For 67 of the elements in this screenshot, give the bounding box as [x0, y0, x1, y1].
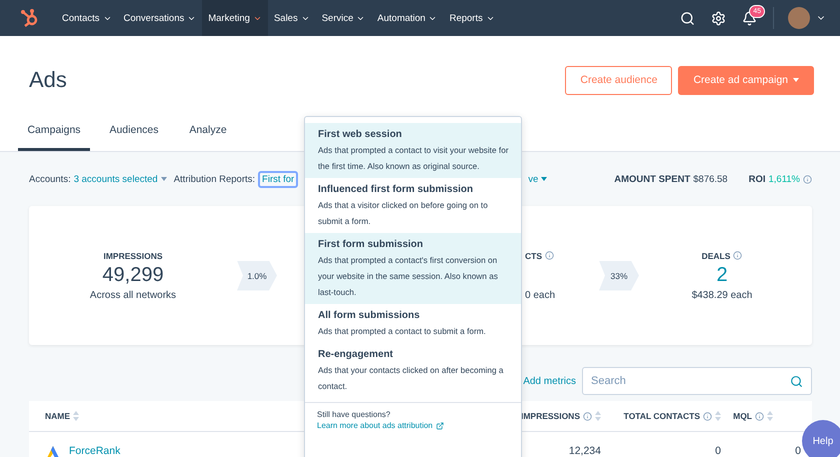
avatar[interactable] — [788, 7, 810, 29]
info-icon — [583, 412, 592, 420]
option-title: All form submissions — [318, 310, 421, 321]
metric-subtext: $438.29 each — [692, 290, 752, 300]
table-cell-text: 0 — [794, 445, 801, 457]
info-icon — [703, 412, 712, 420]
tab[interactable]: Analyze — [178, 124, 238, 151]
accounts-label: Accounts: — [29, 174, 71, 184]
info-icon — [545, 251, 554, 260]
add-metrics-link[interactable]: Add metrics — [523, 376, 576, 386]
metric-value: 49,299 — [102, 264, 164, 286]
ads-logo-icon — [45, 444, 61, 457]
option-description: Ads that a visitor clicked on before going on to submit a form. — [318, 199, 489, 228]
nav-menu-item[interactable]: Service — [316, 0, 372, 36]
metric-label: IMPRESSIONS — [103, 250, 163, 260]
page-title: Ads — [29, 67, 67, 93]
option-description: Ads that your contacts clicked on after becoming a contact. — [318, 364, 504, 393]
attribution-dropdown[interactable]: First for — [258, 170, 298, 188]
tab[interactable]: Audiences — [104, 124, 164, 151]
attribution-option[interactable]: First web session Ads that prompted a contact to visit your website for the first time. Also known as original source. — [305, 123, 521, 178]
menu-footer-text: Still have questions? Learn more about ads attribution — [305, 402, 521, 437]
option-description: Ads that prompted a contact's first conversion on your website in the same session. Also known as last-touch. — [318, 254, 499, 299]
nav-menu-item[interactable]: Automation — [371, 0, 444, 36]
help-button[interactable]: Help — [802, 420, 840, 457]
search-icon[interactable] — [680, 10, 695, 26]
nav-menu-item[interactable]: Sales — [268, 0, 316, 36]
conversion-rate: 1.0% — [237, 260, 277, 290]
campaign-name-link[interactable]: ForceRank — [69, 445, 120, 457]
option-description: Ads that prompted a contact to visit your website for the first time. Also known as original source. — [318, 144, 510, 173]
option-title: First form submission — [318, 239, 424, 250]
table-cell-text: 12,234 — [568, 445, 601, 457]
attribution-label: Attribution Reports: — [174, 174, 256, 184]
settings-icon[interactable] — [711, 10, 726, 26]
column-header[interactable]: MQL — [721, 411, 801, 421]
caret-icon — [541, 177, 548, 181]
caret-icon — [160, 177, 167, 181]
table-cell-text: 0 — [714, 445, 721, 457]
roi-label: ROI — [748, 174, 766, 184]
external-link-icon — [436, 422, 444, 430]
conversion-rate: 33% — [599, 260, 639, 290]
tab[interactable]: Campaigns — [18, 124, 90, 151]
nav-menu-item[interactable]: Conversations — [118, 0, 202, 36]
attribution-option[interactable]: All form submissions Ads that prompted a contact to submit a form. — [305, 304, 521, 343]
metric-value: 2 — [716, 264, 728, 286]
roi-value: 1,611% — [768, 174, 800, 184]
option-title: Influenced first form submission — [318, 184, 474, 195]
amount-spent-value: $876.58 — [693, 174, 728, 184]
attribution-option[interactable]: Re-engagement Ads that your contacts clicked on after becoming a contact. — [305, 343, 521, 398]
info-icon — [733, 251, 742, 260]
metric-label: DEALS — [702, 250, 742, 260]
amount-spent-label: AMOUNT SPENT — [614, 174, 690, 184]
option-title: Re-engagement — [318, 349, 394, 360]
metric-subtext: Across all networks — [90, 290, 176, 300]
attribution-option[interactable]: Influenced first form submission Ads that a visitor clicked on before going on to submit a form. — [305, 178, 521, 233]
nav-menu-item[interactable]: Contacts — [56, 0, 118, 36]
learn-more-link[interactable]: Learn more about ads attribution — [317, 420, 444, 431]
info-icon — [803, 174, 812, 184]
metric-label: CTS — [525, 250, 554, 260]
attribution-option[interactable]: First form submission Ads that prompted a contact's first conversion on your website in the same session. Also known as last-touch. — [305, 233, 521, 304]
metric-subtext: 0 each — [525, 290, 556, 300]
option-description: Ads that prompted a contact to submit a form. — [318, 325, 487, 338]
nav-menu-item[interactable]: Reports — [443, 0, 501, 36]
info-icon — [755, 412, 764, 420]
nav-menu-item[interactable]: Marketing — [202, 0, 268, 36]
sprocket-logo[interactable] — [20, 8, 40, 28]
option-title: First web session — [318, 129, 403, 140]
column-header[interactable]: TOTAL CONTACTS — [601, 411, 721, 421]
